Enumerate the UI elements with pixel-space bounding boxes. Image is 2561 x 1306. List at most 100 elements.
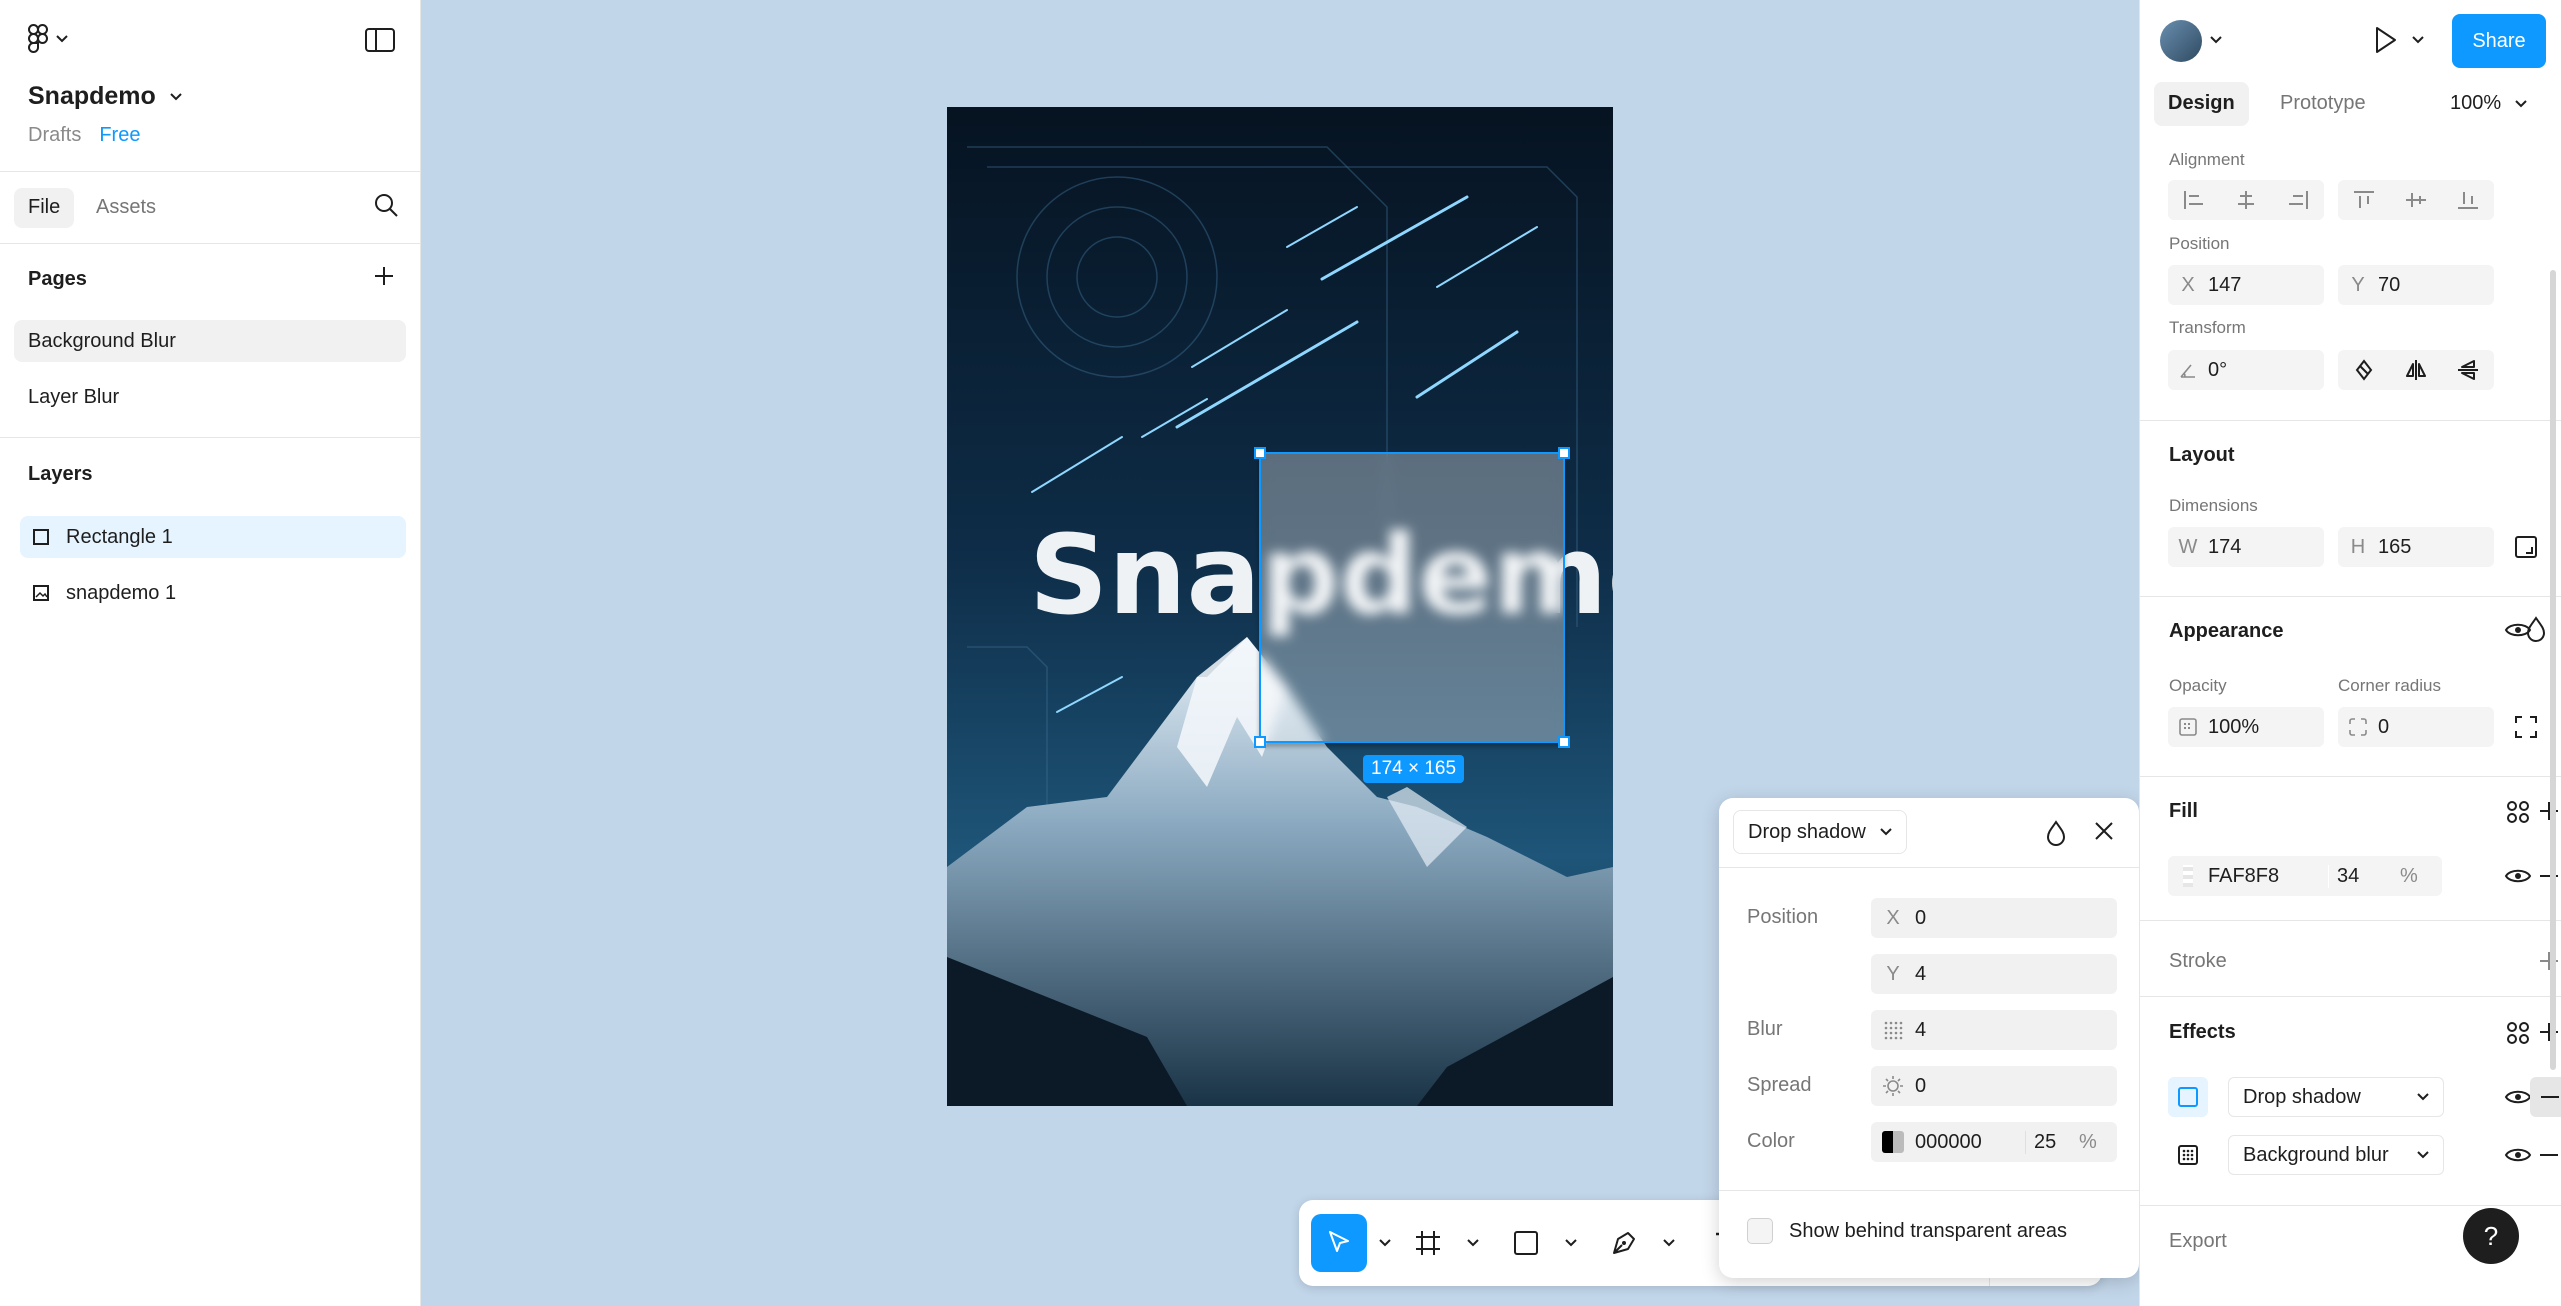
properties-scrollbar[interactable] xyxy=(2550,270,2556,1070)
search-button[interactable] xyxy=(373,192,399,223)
chevron-down-icon xyxy=(2417,1151,2429,1159)
rotate-icon[interactable] xyxy=(2352,358,2376,382)
checkbox-label: Show behind transparent areas xyxy=(1789,1219,2067,1242)
height-input[interactable]: H 165 xyxy=(2338,527,2494,567)
rotation-value: 0° xyxy=(2208,358,2228,381)
drop-shadow-settings-button[interactable] xyxy=(2168,1077,2208,1117)
shadow-x-input[interactable]: X0 xyxy=(1871,898,2117,938)
canvas[interactable]: Snapdemo 174 × 165 xyxy=(421,0,2139,1306)
remove-fill-button[interactable] xyxy=(2538,874,2560,878)
fill-styles-button[interactable] xyxy=(2506,800,2530,824)
background-blur-settings-button[interactable] xyxy=(2168,1135,2208,1175)
move-tool-dropdown[interactable] xyxy=(1373,1214,1397,1272)
x-label: X xyxy=(1886,906,1900,929)
corner-radius-value: 0 xyxy=(2378,715,2390,738)
effect-visibility-button[interactable] xyxy=(2504,1145,2532,1165)
color-swatch[interactable] xyxy=(1882,1131,1904,1153)
add-effect-button[interactable] xyxy=(2538,1021,2560,1043)
main-menu-button[interactable] xyxy=(28,24,68,54)
effect-visibility-button[interactable] xyxy=(2504,1087,2532,1107)
align-left-icon[interactable] xyxy=(2182,189,2206,211)
align-top-icon[interactable] xyxy=(2352,189,2376,211)
layer-rectangle-1[interactable]: Rectangle 1 xyxy=(20,516,406,558)
tab-prototype[interactable]: Prototype xyxy=(2266,82,2380,126)
shape-tool-dropdown[interactable] xyxy=(1559,1214,1583,1272)
fill-color-input[interactable]: FAF8F8 34 % xyxy=(2168,856,2442,896)
fill-visibility-button[interactable] xyxy=(2504,866,2532,886)
width-input[interactable]: W 174 xyxy=(2168,527,2324,567)
fill-opacity[interactable]: 34 xyxy=(2328,864,2400,888)
effect-type-select[interactable]: Background blur xyxy=(2228,1135,2444,1175)
resize-handle[interactable] xyxy=(1254,736,1266,748)
pen-tool-dropdown[interactable] xyxy=(1657,1214,1681,1272)
x-position-input[interactable]: X 147 xyxy=(2168,265,2324,305)
blur-icon xyxy=(1884,1021,1903,1040)
tab-file[interactable]: File xyxy=(14,188,75,228)
frame-tool-dropdown[interactable] xyxy=(1461,1214,1485,1272)
share-button[interactable]: Share xyxy=(2452,14,2546,68)
remove-effect-button[interactable] xyxy=(2530,1077,2561,1117)
tab-assets[interactable]: Assets xyxy=(82,188,170,228)
effect-styles-button[interactable] xyxy=(2506,1021,2530,1045)
fill-swatch[interactable] xyxy=(2183,865,2193,887)
layer-snapdemo-1[interactable]: snapdemo 1 xyxy=(20,572,406,614)
opacity-value: 100% xyxy=(2208,715,2260,738)
shadow-y-input[interactable]: Y4 xyxy=(1871,954,2117,994)
page-item-background-blur[interactable]: Background Blur xyxy=(14,320,406,362)
toggle-sidebar-button[interactable] xyxy=(365,28,395,57)
drop-shadow-icon xyxy=(2178,1087,2198,1107)
show-behind-transparent-checkbox[interactable]: Show behind transparent areas xyxy=(1747,1218,2067,1244)
y-position-input[interactable]: Y 70 xyxy=(2338,265,2494,305)
opacity-input[interactable]: 100% xyxy=(2168,707,2324,747)
effect-type-label: Drop shadow xyxy=(1748,820,1866,843)
tab-design[interactable]: Design xyxy=(2154,82,2249,126)
shadow-spread-input[interactable]: 0 xyxy=(1871,1066,2117,1106)
align-right-icon[interactable] xyxy=(2286,189,2310,211)
checkbox[interactable] xyxy=(1747,1218,1773,1244)
corner-radius-input[interactable]: 0 xyxy=(2338,707,2494,747)
effect-type-select[interactable]: Drop shadow xyxy=(1733,810,1907,854)
add-fill-button[interactable] xyxy=(2538,800,2560,822)
blend-mode-button[interactable] xyxy=(2526,616,2546,642)
independent-corners-button[interactable] xyxy=(2514,715,2538,739)
drafts-link[interactable]: Drafts xyxy=(28,124,81,147)
export-title: Export xyxy=(2169,1230,2227,1252)
rectangle-1-selection[interactable] xyxy=(1254,447,1570,748)
plan-badge[interactable]: Free xyxy=(99,124,140,147)
align-middle-icon[interactable] xyxy=(2404,189,2428,211)
shadow-color-opacity[interactable]: 25 xyxy=(2025,1130,2079,1154)
chevron-down-icon xyxy=(56,35,68,43)
avatar[interactable] xyxy=(2160,20,2202,62)
effect-type-select[interactable]: Drop shadow xyxy=(2228,1077,2444,1117)
rectangle-tool-button[interactable] xyxy=(1497,1214,1555,1272)
background-blur-icon xyxy=(2178,1145,2198,1165)
style-button[interactable] xyxy=(2045,820,2067,851)
remove-effect-button[interactable] xyxy=(2538,1153,2560,1157)
chevron-down-icon[interactable] xyxy=(2210,36,2222,44)
help-button[interactable]: ? xyxy=(2463,1208,2519,1264)
flip-horizontal-icon[interactable] xyxy=(2404,358,2428,382)
frame-tool-button[interactable] xyxy=(1399,1214,1457,1272)
page-item-layer-blur[interactable]: Layer Blur xyxy=(14,376,406,418)
flip-vertical-icon[interactable] xyxy=(2456,358,2480,382)
resize-icon xyxy=(2515,536,2537,558)
close-popover-button[interactable] xyxy=(2093,820,2115,847)
pen-tool-button[interactable] xyxy=(1595,1214,1653,1272)
present-button[interactable] xyxy=(2374,26,2424,54)
align-center-icon[interactable] xyxy=(2234,189,2258,211)
figma-editor: Snapdemo Drafts Free File Assets Pages B… xyxy=(0,0,2561,1306)
zoom-select[interactable]: 100% xyxy=(2450,92,2527,115)
align-bottom-icon[interactable] xyxy=(2456,189,2480,211)
rotation-input[interactable]: 0° xyxy=(2168,350,2324,390)
project-meta: Drafts Free xyxy=(28,124,140,147)
shadow-blur-input[interactable]: 4 xyxy=(1871,1010,2117,1050)
resize-handle[interactable] xyxy=(1254,447,1266,459)
move-tool-button[interactable] xyxy=(1311,1214,1367,1272)
resize-handle[interactable] xyxy=(1558,447,1570,459)
add-stroke-button[interactable] xyxy=(2538,950,2560,972)
add-page-button[interactable] xyxy=(372,264,396,293)
constrain-proportions-button[interactable] xyxy=(2514,535,2538,559)
shadow-color-input[interactable]: 000000 25 % xyxy=(1871,1122,2117,1162)
resize-handle[interactable] xyxy=(1558,736,1570,748)
project-name-button[interactable]: Snapdemo xyxy=(28,82,182,111)
